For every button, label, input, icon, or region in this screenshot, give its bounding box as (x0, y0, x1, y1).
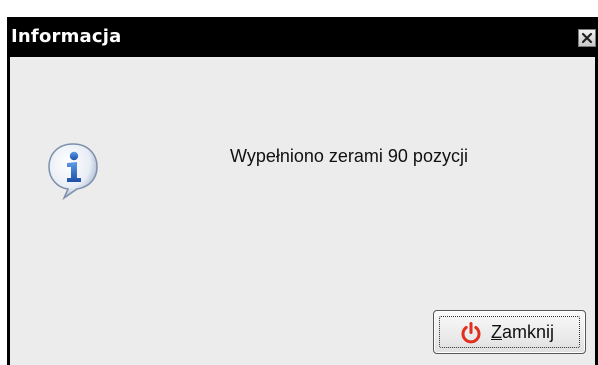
close-icon (581, 32, 593, 44)
window-title: Informacja (11, 26, 122, 47)
dialog-window: Informacja Wypełniono zerami 90 pozycji … (7, 17, 598, 365)
close-button[interactable]: Zamknij (433, 310, 586, 354)
close-button-label: Zamknij (491, 322, 555, 342)
dialog-message: Wypełniono zerami 90 pozycji (230, 146, 468, 166)
window-close-button[interactable] (578, 29, 596, 47)
dialog-content: Wypełniono zerami 90 pozycji Zamknij (10, 57, 595, 365)
info-icon (48, 143, 98, 201)
power-icon (461, 322, 481, 344)
title-bar[interactable]: Informacja (7, 17, 598, 57)
